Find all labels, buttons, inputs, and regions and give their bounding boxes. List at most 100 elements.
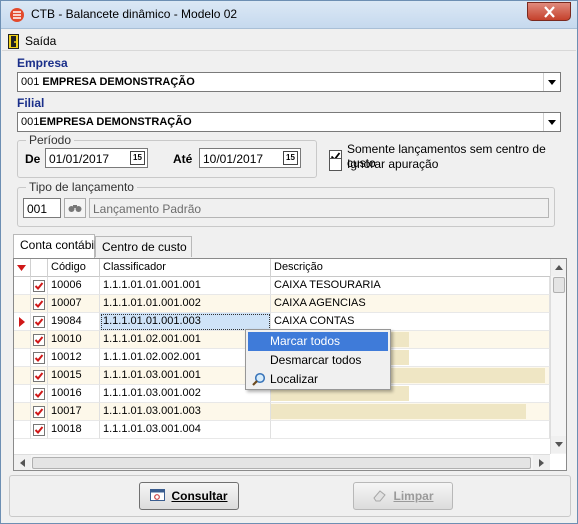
row-check-cell: [31, 277, 48, 295]
row-checkbox[interactable]: [33, 352, 45, 364]
column-classificador[interactable]: Classificador: [100, 259, 271, 277]
row-checkbox[interactable]: [33, 280, 45, 292]
row-indicator[interactable]: [14, 385, 31, 403]
magnifier-icon: [252, 372, 266, 386]
empresa-dropdown-button[interactable]: [543, 73, 560, 91]
row-indicator[interactable]: [14, 295, 31, 313]
row-indicator[interactable]: [14, 403, 31, 421]
ignorar-label: Ignorar apuração: [347, 157, 439, 171]
row-indicator[interactable]: [14, 367, 31, 385]
cell-classificador[interactable]: 1.1.1.01.03.001.003: [100, 403, 271, 421]
vertical-scrollbar[interactable]: [550, 259, 566, 454]
de-date-input[interactable]: 01/01/2017 15: [45, 148, 148, 168]
row-checkbox[interactable]: [33, 370, 45, 382]
row-checkbox[interactable]: [33, 334, 45, 346]
menu-item-desmarcar-todos[interactable]: Desmarcar todos: [248, 351, 388, 370]
limpar-button[interactable]: Limpar: [353, 482, 453, 510]
checkmark-icon: [34, 408, 44, 416]
row-check-cell: [31, 385, 48, 403]
cell-descricao[interactable]: CAIXA TESOURARIA: [271, 277, 550, 295]
scroll-right-button[interactable]: [533, 455, 550, 470]
empresa-label: Empresa: [17, 56, 68, 70]
cell-codigo[interactable]: 10015: [48, 367, 100, 385]
exit-menu-label: Saída: [25, 34, 57, 48]
row-check-cell: [31, 331, 48, 349]
cell-classificador[interactable]: 1.1.1.01.03.001.004: [100, 421, 271, 439]
column-descricao[interactable]: Descrição: [271, 259, 550, 277]
scroll-up-button[interactable]: [551, 259, 566, 276]
scroll-down-button[interactable]: [551, 436, 566, 453]
sort-down-icon: [17, 265, 26, 271]
chevron-down-icon: [548, 120, 556, 125]
cell-descricao[interactable]: [271, 403, 550, 421]
row-check-cell: [31, 421, 48, 439]
menu-item-localizar-label: Localizar: [270, 372, 319, 386]
door-exit-icon: [8, 33, 19, 49]
chevron-up-icon: [555, 265, 563, 270]
cell-codigo[interactable]: 10018: [48, 421, 100, 439]
cell-codigo[interactable]: 10007: [48, 295, 100, 313]
cell-descricao[interactable]: CAIXA AGENCIAS: [271, 295, 550, 313]
title-bar[interactable]: CTB - Balancete dinâmico - Modelo 02: [1, 1, 577, 29]
filial-value: 001EMPRESA DEMONSTRAÇÃO: [21, 116, 192, 128]
close-button[interactable]: [527, 2, 571, 21]
row-checkbox[interactable]: [33, 316, 45, 328]
cell-codigo[interactable]: 10006: [48, 277, 100, 295]
horizontal-scrollbar[interactable]: [14, 454, 550, 470]
tab-conta-contabil[interactable]: Conta contábil: [13, 234, 97, 258]
consultar-button[interactable]: Consultar: [139, 482, 239, 510]
row-indicator[interactable]: [14, 421, 31, 439]
cell-descricao[interactable]: [271, 421, 550, 439]
chevron-down-icon: [548, 80, 556, 85]
cell-codigo[interactable]: 19084: [48, 313, 100, 331]
row-indicator[interactable]: [14, 277, 31, 295]
menu-item-marcar-todos[interactable]: Marcar todos: [248, 332, 388, 351]
row-indicator[interactable]: [14, 349, 31, 367]
table-row[interactable]: 10018 1.1.1.01.03.001.004: [14, 421, 550, 439]
cell-codigo[interactable]: 10017: [48, 403, 100, 421]
header-indicator[interactable]: [14, 259, 31, 277]
de-label: De: [25, 152, 41, 166]
ate-date-input[interactable]: 10/01/2017 15: [199, 148, 301, 168]
table-row[interactable]: 10006 1.1.1.01.01.001.001 CAIXA TESOURARIA: [14, 277, 550, 295]
vertical-scroll-thumb[interactable]: [553, 277, 565, 293]
row-checkbox[interactable]: [33, 298, 45, 310]
tipo-search-button[interactable]: [64, 198, 86, 218]
window-title: CTB - Balancete dinâmico - Modelo 02: [31, 7, 238, 21]
calendar-icon[interactable]: 15: [130, 151, 145, 165]
tipo-description-field: Lançamento Padrão: [89, 198, 549, 218]
checkmark-icon: [34, 300, 44, 308]
table-row[interactable]: 10017 1.1.1.01.03.001.003: [14, 403, 550, 421]
row-checkbox[interactable]: [33, 406, 45, 418]
cell-codigo[interactable]: 10016: [48, 385, 100, 403]
header-check[interactable]: [31, 259, 48, 277]
exit-menu-item[interactable]: Saída: [8, 33, 56, 49]
column-codigo[interactable]: Código: [48, 259, 100, 277]
filial-select[interactable]: 001EMPRESA DEMONSTRAÇÃO: [17, 112, 561, 132]
horizontal-scroll-thumb[interactable]: [32, 457, 531, 469]
calendar-icon[interactable]: 15: [283, 151, 298, 165]
consultar-label: Consultar: [171, 489, 228, 503]
main-window: CTB - Balancete dinâmico - Modelo 02 Saí…: [0, 0, 578, 524]
scroll-left-button[interactable]: [14, 455, 31, 470]
filial-dropdown-button[interactable]: [543, 113, 560, 131]
ignorar-checkbox-row[interactable]: Ignorar apuração: [329, 157, 438, 171]
table-row[interactable]: 10007 1.1.1.01.01.001.002 CAIXA AGENCIAS: [14, 295, 550, 313]
ignorar-checkbox[interactable]: [329, 157, 342, 171]
cell-codigo[interactable]: 10010: [48, 331, 100, 349]
tipo-code-input[interactable]: 001: [23, 198, 61, 218]
cell-classificador[interactable]: 1.1.1.01.01.001.002: [100, 295, 271, 313]
cell-classificador[interactable]: 1.1.1.01.01.001.001: [100, 277, 271, 295]
de-date-value: 01/01/2017: [49, 152, 110, 166]
row-checkbox[interactable]: [33, 388, 45, 400]
tab-centro-de-custo[interactable]: Centro de custo: [95, 236, 192, 257]
filial-code: 001: [21, 116, 40, 128]
row-indicator[interactable]: [14, 331, 31, 349]
grid-header: Código Classificador Descrição: [14, 259, 550, 277]
row-indicator[interactable]: [14, 313, 31, 331]
row-checkbox[interactable]: [33, 424, 45, 436]
menu-item-localizar[interactable]: Localizar: [248, 370, 388, 389]
cell-codigo[interactable]: 10012: [48, 349, 100, 367]
empresa-select[interactable]: 001 EMPRESA DEMONSTRAÇÃO: [17, 72, 561, 92]
app-icon: [10, 8, 24, 22]
